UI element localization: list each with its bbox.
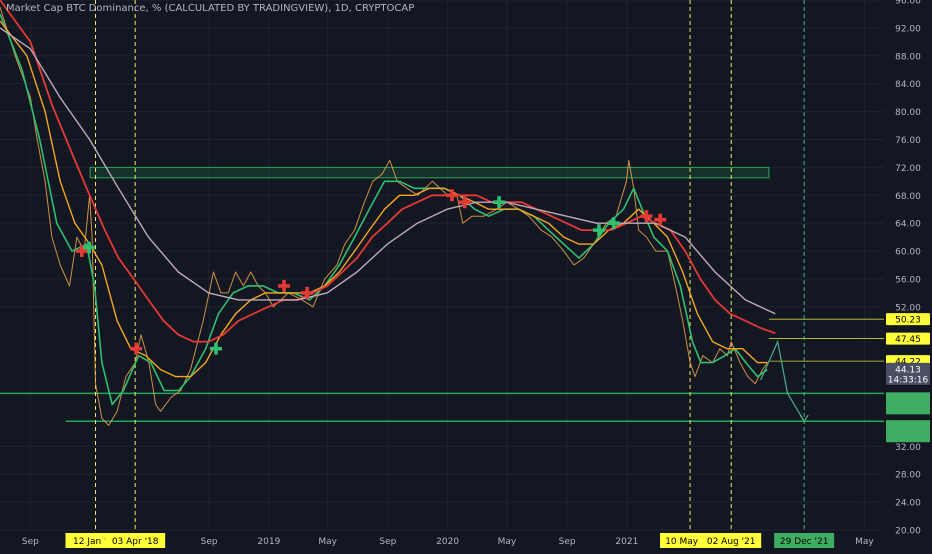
y-tick-label: 76.00 [895, 136, 921, 146]
date-label-text: 29 Dec '21 [780, 537, 829, 547]
zones [89, 166, 770, 179]
resistance-zone [89, 166, 770, 179]
x-tick-label: May [855, 537, 874, 547]
x-tick-label: 2021 [615, 537, 638, 547]
date-label-text: 03 Apr '18 [112, 537, 159, 547]
btc-dominance-chart[interactable]: 96.00 92.00 88.00 84.00 80.00 76.00 72.00 68.00… [0, 0, 932, 550]
countdown-label-text: 14:33:16 [888, 375, 929, 385]
zone-label [886, 392, 930, 415]
y-tick-label: 68.00 [895, 192, 921, 202]
chart-background [0, 0, 932, 550]
y-tick-label: 72.00 [895, 164, 921, 174]
price-label-text: 47.45 [895, 335, 921, 345]
x-tick-label: Sep [22, 537, 39, 547]
y-tick-label: 20.00 [895, 527, 921, 537]
price-label-text: 44.13 [895, 365, 921, 375]
x-tick-label: May [498, 537, 517, 547]
chart-root: 96.00 92.00 88.00 84.00 80.00 76.00 72.00 68.00… [0, 0, 932, 550]
x-tick-label: 2019 [257, 537, 280, 547]
date-label-text: 02 Aug '21 [707, 537, 756, 547]
x-tick-label: Sep [201, 537, 218, 547]
price-label-text: 50.23 [895, 316, 921, 326]
y-tick-label: 24.00 [895, 499, 921, 509]
y-tick-label: 96.00 [895, 0, 921, 7]
zone-label [886, 420, 930, 443]
y-tick-label: 52.00 [895, 303, 921, 313]
y-tick-label: 80.00 [895, 108, 921, 118]
y-tick-label: 28.00 [895, 471, 921, 481]
y-tick-label: 88.00 [895, 52, 921, 62]
y-tick-label: 56.00 [895, 275, 921, 285]
y-tick-label: 60.00 [895, 248, 921, 258]
y-tick-label: 64.00 [895, 220, 921, 230]
x-tick-label: 2020 [436, 537, 459, 547]
y-tick-label: 84.00 [895, 80, 921, 90]
x-tick-label: May [318, 537, 337, 547]
y-tick-label: 92.00 [895, 24, 921, 34]
x-tick-label: Sep [559, 537, 576, 547]
x-tick-label: Sep [379, 537, 396, 547]
y-tick-label: 32.00 [895, 443, 921, 453]
